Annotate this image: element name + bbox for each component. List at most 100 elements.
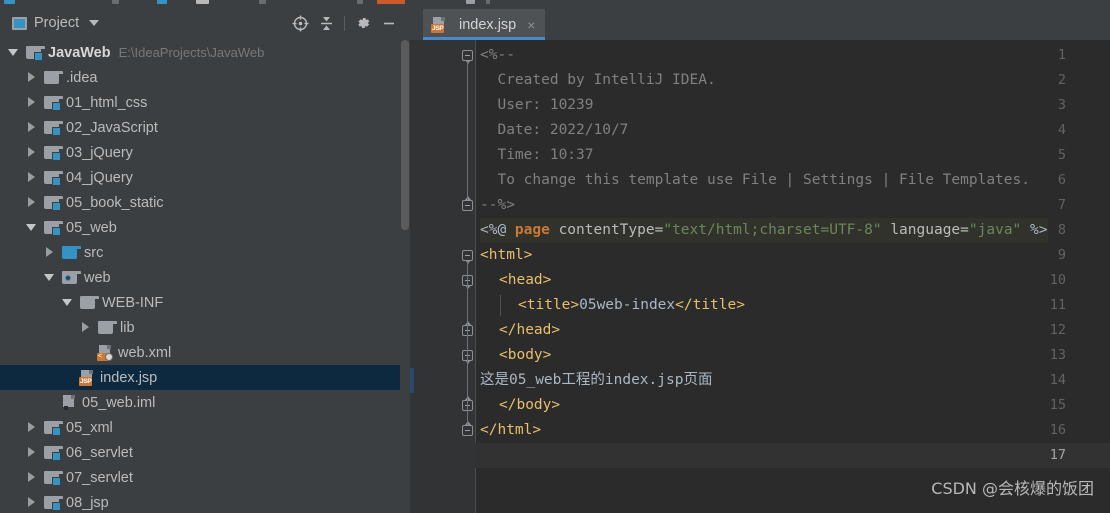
code-token: Created by IntelliJ IDEA. bbox=[480, 72, 716, 88]
tree-item--idea[interactable]: .idea bbox=[0, 65, 410, 90]
chevron-down-icon[interactable] bbox=[89, 20, 100, 26]
code-line[interactable]: --%> bbox=[480, 193, 515, 218]
module-folder-icon bbox=[44, 95, 63, 111]
tree-item-04-jquery[interactable]: 04_jQuery bbox=[0, 165, 410, 190]
code-token: </html> bbox=[480, 422, 542, 438]
chevron-down-icon[interactable] bbox=[26, 222, 37, 233]
chevron-right-icon[interactable] bbox=[26, 447, 37, 458]
chevron-right-icon[interactable] bbox=[80, 322, 91, 333]
chevron-right-icon[interactable] bbox=[26, 72, 37, 83]
line-number: 1 bbox=[1057, 47, 1066, 63]
project-panel-title-group[interactable]: Project bbox=[12, 14, 100, 32]
current-line-highlight bbox=[475, 443, 1110, 468]
tree-item-label: 02_JavaScript bbox=[66, 119, 158, 136]
fold-region-line bbox=[467, 61, 468, 200]
tree-item-label: 08_jsp bbox=[66, 494, 109, 511]
code-editor[interactable]: 1 <%-- 2 Created by IntelliJ IDEA. 3 User: … bbox=[410, 40, 1110, 513]
line-number: 9 bbox=[1057, 247, 1066, 263]
chevron-right-icon[interactable] bbox=[26, 122, 37, 133]
code-line[interactable]: Time: 10:37 bbox=[480, 143, 593, 168]
fold-region-line bbox=[467, 261, 468, 425]
code-token: --%> bbox=[480, 197, 515, 213]
jsp-file-icon: JSP bbox=[431, 17, 447, 33]
chevron-right-icon[interactable] bbox=[26, 472, 37, 483]
tree-item-label: 05_web.iml bbox=[82, 394, 156, 411]
tree-item-07-servlet[interactable]: 07_servlet bbox=[0, 465, 410, 490]
tree-item-web-inf[interactable]: WEB-INF bbox=[0, 290, 410, 315]
project-tree[interactable]: JavaWeb E:\IdeaProjects\JavaWeb .idea 01_ht… bbox=[0, 40, 410, 513]
code-token: <%-- bbox=[480, 47, 515, 63]
tree-item-label: 05_xml bbox=[66, 419, 113, 436]
chevron-right-icon[interactable] bbox=[26, 97, 37, 108]
gear-icon[interactable] bbox=[350, 13, 376, 33]
tree-item-02-javascript[interactable]: 02_JavaScript bbox=[0, 115, 410, 140]
chevron-right-icon[interactable] bbox=[26, 172, 37, 183]
tree-item-05-web-iml[interactable]: 05_web.iml bbox=[0, 390, 410, 415]
chevron-right-icon[interactable] bbox=[26, 197, 37, 208]
chevron-right-icon[interactable] bbox=[26, 497, 37, 508]
code-line[interactable]: <title>05web-index</title> bbox=[518, 293, 745, 318]
tree-item-01-html-css[interactable]: 01_html_css bbox=[0, 90, 410, 115]
code-line[interactable]: </head> bbox=[499, 318, 560, 343]
tree-item-05-book-static[interactable]: 05_book_static bbox=[0, 190, 410, 215]
tree-item-web[interactable]: web bbox=[0, 265, 410, 290]
line-number: 17 bbox=[1049, 447, 1066, 463]
code-line[interactable]: 这是05_web工程的index.jsp页面 bbox=[480, 368, 712, 393]
minimize-icon[interactable] bbox=[376, 13, 402, 33]
code-line[interactable]: <head> bbox=[499, 268, 551, 293]
line-number: 12 bbox=[1049, 322, 1066, 338]
tree-item-05-xml[interactable]: 05_xml bbox=[0, 415, 410, 440]
line-number: 2 bbox=[1057, 72, 1066, 88]
tab-index-jsp[interactable]: JSP index.jsp × bbox=[423, 9, 546, 40]
tree-item-web-xml[interactable]: web.xml bbox=[0, 340, 410, 365]
locate-icon[interactable] bbox=[287, 13, 313, 33]
project-tool-window: Project JavaWeb E:\IdeaProjects\JavaWeb … bbox=[0, 6, 410, 513]
code-line[interactable]: Created by IntelliJ IDEA. bbox=[480, 68, 716, 93]
chevron-right-icon[interactable] bbox=[44, 247, 55, 258]
line-number: 11 bbox=[1049, 297, 1066, 313]
jsp-file-icon: JSP bbox=[79, 370, 95, 386]
sidebar-scrollbar-track[interactable] bbox=[400, 40, 410, 513]
code-line[interactable]: <%@ page contentType="text/html;charset=… bbox=[480, 218, 1048, 243]
line-number: 4 bbox=[1057, 122, 1066, 138]
panel-title-label: Project bbox=[34, 15, 80, 31]
chevron-right-icon[interactable] bbox=[26, 147, 37, 158]
collapse-all-icon[interactable] bbox=[313, 13, 339, 33]
tree-item-label: 04_jQuery bbox=[66, 169, 133, 186]
tree-item-lib[interactable]: lib bbox=[0, 315, 410, 340]
code-line[interactable]: <%-- bbox=[480, 43, 515, 68]
close-icon[interactable]: × bbox=[527, 18, 535, 32]
tree-item-label: JavaWeb bbox=[48, 44, 111, 61]
tree-item-label: 05_book_static bbox=[66, 194, 164, 211]
chevron-down-icon[interactable] bbox=[8, 47, 19, 58]
fold-end-icon[interactable] bbox=[462, 421, 473, 436]
code-line[interactable]: To change this template use File | Setti… bbox=[480, 168, 1030, 193]
fold-end-icon[interactable] bbox=[462, 196, 473, 211]
tree-item-index-jsp[interactable]: JSP index.jsp bbox=[0, 365, 410, 390]
chevron-down-icon[interactable] bbox=[44, 272, 55, 283]
folder-icon bbox=[98, 320, 117, 335]
tree-item-src[interactable]: src bbox=[0, 240, 410, 265]
chevron-down-icon[interactable] bbox=[62, 297, 73, 308]
code-token: %> bbox=[1021, 222, 1048, 238]
code-line[interactable]: </html> bbox=[480, 418, 541, 443]
code-token: <title> bbox=[518, 297, 580, 313]
tab-label: index.jsp bbox=[459, 16, 517, 33]
code-line[interactable]: <html> bbox=[480, 243, 532, 268]
fold-expand-icon[interactable] bbox=[462, 250, 473, 264]
tree-item-08-jsp[interactable]: 08_jsp bbox=[0, 490, 410, 513]
code-line[interactable]: </body> bbox=[499, 393, 560, 418]
tree-item-05-web[interactable]: 05_web bbox=[0, 215, 410, 240]
code-line[interactable]: <body> bbox=[499, 343, 551, 368]
line-number: 16 bbox=[1049, 422, 1066, 438]
vcs-change-marker[interactable] bbox=[410, 368, 414, 393]
sidebar-scrollbar-thumb[interactable] bbox=[401, 40, 409, 230]
tree-item-javaweb[interactable]: JavaWeb E:\IdeaProjects\JavaWeb bbox=[0, 40, 410, 65]
tree-item-03-jquery[interactable]: 03_jQuery bbox=[0, 140, 410, 165]
code-line[interactable]: User: 10239 bbox=[480, 93, 593, 118]
code-line[interactable]: Date: 2022/10/7 bbox=[480, 118, 628, 143]
chevron-right-icon[interactable] bbox=[26, 422, 37, 433]
tree-item-06-servlet[interactable]: 06_servlet bbox=[0, 440, 410, 465]
fold-expand-icon[interactable] bbox=[462, 50, 473, 64]
code-token: page bbox=[514, 222, 550, 238]
